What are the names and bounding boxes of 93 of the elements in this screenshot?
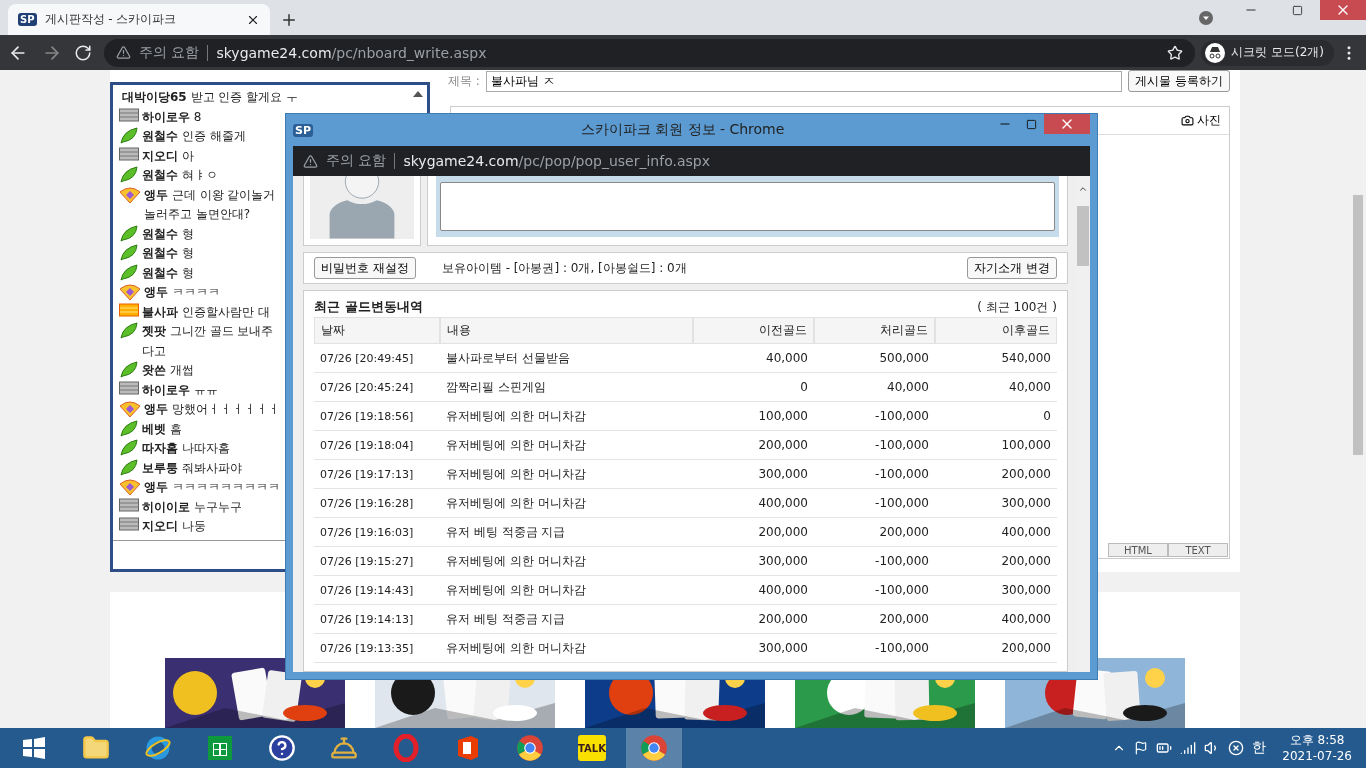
chat-message: 원철수 형 [142, 245, 194, 262]
chat-message: 하이로우 8 [142, 108, 202, 126]
table-cell: 400,000 [935, 518, 1057, 547]
chat-message: 베벳 흠 [142, 420, 182, 438]
column-header: 날짜 [314, 317, 440, 344]
chat-message: 왓쓴 개썹 [142, 362, 194, 379]
chat-message: 지오디 나둥 [142, 518, 206, 535]
table-cell: 07/26 [19:15:27] [314, 547, 440, 576]
table-cell: 200,000 [693, 518, 814, 547]
table-cell: -100,000 [814, 489, 935, 518]
table-cell: 07/26 [20:45:24] [314, 373, 440, 402]
column-header: 이후골드 [935, 317, 1057, 344]
table-cell: 200,000 [935, 634, 1057, 663]
table-cell: -100,000 [814, 402, 935, 431]
security-label: 주의 요함 [139, 43, 200, 62]
table-cell: -100,000 [814, 547, 935, 576]
table-cell: 200,000 [814, 605, 935, 634]
column-header: 이전골드 [693, 317, 814, 344]
table-cell: 400,000 [693, 489, 814, 518]
chat-message: 지오디 아 [142, 147, 194, 165]
table-cell: 07/26 [19:18:04] [314, 431, 440, 460]
column-header: 처리골드 [814, 317, 935, 344]
section-title: 최근 골드변동내역 [314, 298, 423, 316]
table-cell: 200,000 [935, 547, 1057, 576]
table-cell: 0 [935, 402, 1057, 431]
table-cell: 유저 베팅 적중금 지급 [440, 605, 693, 634]
favicon: SP [18, 13, 37, 26]
table-cell: 200,000 [693, 431, 814, 460]
table-cell: 불사파로부터 선물받음 [440, 344, 693, 373]
app-logo: SP [293, 123, 313, 137]
table-cell: 07/26 [19:13:35] [314, 634, 440, 663]
table-cell: 07/26 [19:14:13] [314, 605, 440, 634]
chat-message: 불사파 인증할사람만 대 [142, 303, 270, 321]
table-cell: 40,000 [814, 373, 935, 402]
table-cell: 유저베팅에 의한 머니차감 [440, 489, 693, 518]
chat-message: 앵두 근데 이왕 같이놀거 놀러주고 놀면안대? [144, 186, 276, 223]
window-title: 스카이파크 회원 정보 - Chrome [579, 121, 786, 139]
table-cell: 100,000 [935, 431, 1057, 460]
column-header: 내용 [440, 317, 693, 344]
table-cell: 깜짝리필 스핀게임 [440, 373, 693, 402]
table-cell: 100,000 [693, 402, 814, 431]
table-cell: 200,000 [935, 460, 1057, 489]
table-cell: 유저베팅에 의한 머니차감 [440, 634, 693, 663]
chat-message: 따자홈 나따자홈 [142, 440, 230, 457]
url-text: skygame24.com/pc/pop/pop_user_info.aspx [403, 153, 710, 169]
chat-message: 원철수 형 [142, 264, 194, 282]
table-cell: -100,000 [814, 460, 935, 489]
chat-message: 앵두 ㅋㅋㅋㅋㅋㅋㅋㅋㅋ [144, 479, 280, 496]
table-cell: 유저베팅에 의한 머니차감 [440, 576, 693, 605]
table-cell: 07/26 [19:16:28] [314, 489, 440, 518]
table-cell: 유저베팅에 의한 머니차감 [440, 460, 693, 489]
table-cell: 540,000 [935, 344, 1057, 373]
table-cell: 07/26 [19:16:03] [314, 518, 440, 547]
tab-title: 게시판작성 - 스카이파크 [44, 11, 178, 28]
chat-message: 앵두 ㅋㅋㅋㅋ [144, 284, 220, 301]
table-cell: 300,000 [935, 489, 1057, 518]
table-cell: -100,000 [814, 576, 935, 605]
table-cell: 07/26 [19:18:56] [314, 402, 440, 431]
table-cell: 300,000 [693, 634, 814, 663]
table-cell: 500,000 [814, 344, 935, 373]
title-label: 제목 : [448, 72, 480, 90]
table-cell: 40,000 [935, 373, 1057, 402]
table-cell: -100,000 [814, 634, 935, 663]
table-cell: 200,000 [814, 518, 935, 547]
table-cell: 유저베팅에 의한 머니차감 [440, 547, 693, 576]
table-cell: -100,000 [814, 431, 935, 460]
chat-message: 히이이로 누구누구 [142, 498, 242, 516]
table-cell: 300,000 [693, 547, 814, 576]
table-cell: 유저베팅에 의한 머니차감 [440, 431, 693, 460]
table-cell: 200,000 [693, 605, 814, 634]
table-cell: 07/26 [20:49:45] [314, 344, 440, 373]
table-cell: 07/26 [19:17:13] [314, 460, 440, 489]
security-label: 주의 요함 [326, 152, 387, 170]
table-cell: 40,000 [693, 344, 814, 373]
chat-message: 젯팟 그니깐 골드 보내주 다고 [142, 323, 274, 360]
table-cell: 400,000 [935, 605, 1057, 634]
chat-message: 대박이당65 받고 인증 할게요 ㅜ [122, 89, 298, 106]
chat-message: 하이로우 ㅠㅠ [142, 381, 218, 399]
items-text: 보유아이템 - [아봉권] : 0개, [아봉쉴드] : 0개 [441, 259, 687, 277]
url-text: skygame24.com/pc/nboard_write.aspx [216, 44, 487, 61]
record-count: ( 최근 100건 ) [977, 298, 1057, 316]
table-cell: 300,000 [693, 460, 814, 489]
chat-message: 원철수 혀ㅑㅇ [142, 167, 218, 184]
chat-message: 원철수 인증 해줄게 [142, 128, 246, 145]
table-cell: 유저베팅에 의한 머니차감 [440, 402, 693, 431]
chat-message: 보루퉁 줘봐사파야 [142, 459, 242, 477]
table-cell: 400,000 [693, 576, 814, 605]
table-cell: 07/26 [19:14:43] [314, 576, 440, 605]
chat-message: 앵두 망했어ㅓㅓㅓㅓㅓㅓ [144, 401, 280, 418]
table-cell: 0 [693, 373, 814, 402]
table-cell: 300,000 [935, 576, 1057, 605]
chat-message: 원철수 형 [142, 225, 194, 243]
table-cell: 유저 베팅 적중금 지급 [440, 518, 693, 547]
